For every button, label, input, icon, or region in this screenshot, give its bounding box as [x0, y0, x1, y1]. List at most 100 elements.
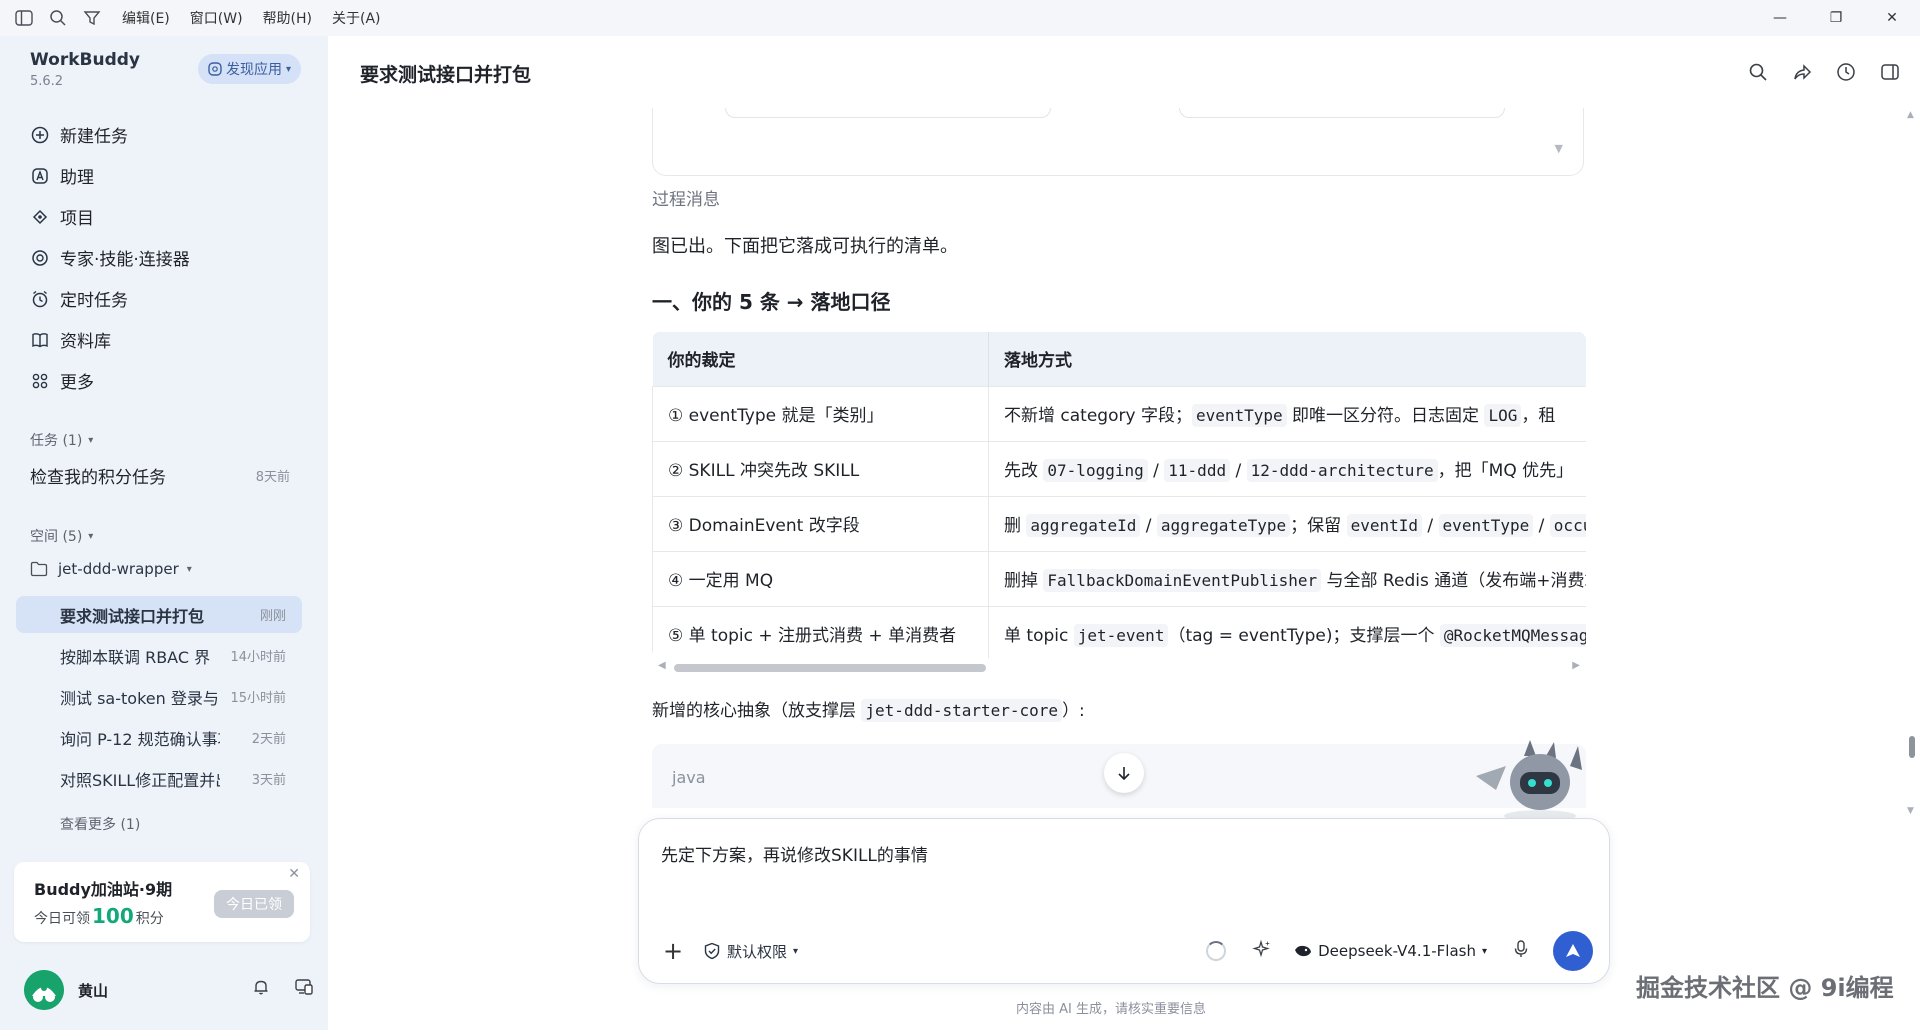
filter-icon[interactable]: [82, 8, 102, 28]
nav-library[interactable]: 资料库: [30, 319, 310, 360]
scroll-to-bottom-button[interactable]: [1104, 753, 1144, 793]
task-title: 检查我的积分任务: [30, 467, 166, 488]
chevron-down-icon: ▾: [186, 563, 192, 575]
device-icon[interactable]: [294, 978, 314, 1000]
inline-code: eventType: [1191, 404, 1287, 427]
see-more-link[interactable]: 查看更多 (1): [60, 814, 140, 834]
chevron-down-icon: ▾: [1481, 945, 1487, 957]
inline-code: eventType: [1438, 514, 1534, 537]
book-icon: [30, 330, 50, 350]
scroll-left-icon[interactable]: ◀: [658, 660, 666, 671]
nav-assistant[interactable]: 助理: [30, 155, 310, 196]
scroll-right-icon[interactable]: ▶: [1572, 660, 1580, 671]
conversation-item[interactable]: 按脚本联调 RBAC 界 14小时前: [16, 637, 302, 674]
menu-help[interactable]: 帮助(H): [263, 8, 312, 28]
promo-claim-button[interactable]: 今日已领: [214, 890, 294, 918]
nav-scheduled-tasks[interactable]: 定时任务: [30, 278, 310, 319]
conversation-item[interactable]: 询问 P-12 规范确认事项 2天前: [16, 719, 302, 756]
cell-text: /: [1140, 516, 1157, 536]
menu-about[interactable]: 关于(A): [332, 8, 381, 28]
sidebar: WorkBuddy 5.6.2 发现应用 ▾ 新建任务 助理 项目 专家·技能·…: [0, 36, 328, 1030]
permission-selector[interactable]: 默认权限 ▾: [703, 941, 798, 962]
scrollbar-thumb[interactable]: [1909, 736, 1915, 758]
user-name: 黄山: [78, 981, 109, 1000]
model-selector[interactable]: Deepseek-V4.1-Flash ▾: [1294, 942, 1487, 960]
conversation-title: 测试 sa-token 登录与: [60, 688, 219, 708]
scroll-down-icon[interactable]: ▼: [1907, 806, 1914, 816]
nav-label: 新建任务: [60, 127, 128, 147]
conversation-item[interactable]: 对照SKILL修正配置并出 3天前: [16, 760, 302, 797]
sidebar-toggle-icon[interactable]: [14, 8, 34, 28]
task-time: 8天前: [255, 469, 290, 485]
table-horizontal-scrollbar[interactable]: ◀ ▶: [652, 660, 1586, 674]
cell-text: /: [1147, 461, 1165, 481]
task-item[interactable]: 检查我的积分任务 8天前: [30, 460, 290, 490]
cell-text: 删掉: [1004, 571, 1044, 591]
nav-experts-skills[interactable]: 专家·技能·连接器: [30, 237, 310, 278]
mascot-image: [1466, 736, 1590, 822]
message-composer: 先定下方案，再说修改SKILL的事情 + 默认权限 ▾ Deepseek-V4.…: [638, 818, 1610, 984]
cell-text: 删: [1004, 516, 1027, 536]
spaces-section-header[interactable]: 空间 (5) ▾: [30, 526, 93, 546]
menu-edit[interactable]: 编辑(E): [122, 8, 170, 28]
deepseek-whale-icon: [1295, 945, 1312, 957]
close-icon[interactable]: ✕: [288, 866, 300, 882]
share-icon[interactable]: [1792, 62, 1812, 86]
restore-button[interactable]: ❐: [1808, 0, 1864, 36]
nav-project[interactable]: 项目: [30, 196, 310, 237]
space-folder-name: jet-ddd-wrapper: [58, 560, 179, 578]
discover-apps-button[interactable]: 发现应用 ▾: [198, 54, 302, 84]
nav-label: 项目: [60, 209, 94, 229]
conversation-item[interactable]: 测试 sa-token 登录与 15小时前: [16, 678, 302, 715]
microphone-icon[interactable]: [1513, 939, 1529, 963]
cell-text: 不新增 category 字段；: [1004, 406, 1192, 426]
scroll-up-icon[interactable]: ▲: [1907, 110, 1914, 120]
table-row: ② SKILL 冲突先改 SKILL 先改 07-logging / 11-ddd…: [652, 440, 1586, 496]
panel-toggle-icon[interactable]: [1880, 62, 1900, 86]
inline-code: 07-logging: [1043, 459, 1148, 482]
minimize-button[interactable]: —: [1752, 0, 1808, 36]
main-nav: 新建任务 助理 项目 专家·技能·连接器 定时任务 资料库 更多: [30, 114, 310, 401]
process-messages-label[interactable]: 过程消息: [652, 185, 720, 210]
inline-code: FallbackDomainEventPublisher: [1043, 569, 1322, 592]
decision-cell: ⑤ 单 topic + 注册式消费 + 单消费者: [652, 605, 989, 658]
bell-icon[interactable]: [252, 978, 270, 1000]
table-header: 你的裁定: [652, 332, 989, 386]
plus-icon[interactable]: +: [661, 937, 685, 965]
decision-table[interactable]: 你的裁定 落地方式 ① eventType 就是「类别」 不新增 category…: [652, 332, 1586, 658]
nav-more[interactable]: 更多: [30, 360, 310, 401]
search-icon[interactable]: [48, 8, 68, 28]
promo-points: 100: [92, 904, 134, 928]
core-suffix: ）:: [1062, 701, 1085, 721]
content-vertical-scrollbar[interactable]: ▲ ▼: [1906, 108, 1918, 816]
message-input[interactable]: 先定下方案，再说修改SKILL的事情: [661, 841, 928, 866]
cell-text: 即唯一区分符。日志固定: [1286, 406, 1485, 426]
assistant-icon: [30, 166, 50, 186]
search-icon[interactable]: [1748, 62, 1768, 86]
space-folder[interactable]: jet-ddd-wrapper ▾: [30, 560, 192, 578]
chevron-down-icon: ▾: [793, 945, 799, 957]
send-button[interactable]: [1553, 931, 1593, 971]
nav-new-task[interactable]: 新建任务: [30, 114, 310, 155]
menu-window[interactable]: 窗口(W): [190, 8, 243, 28]
inline-code: aggregateId: [1026, 514, 1141, 537]
brand: WorkBuddy 5.6.2: [30, 50, 140, 89]
tasks-section-header[interactable]: 任务 (1) ▾: [30, 430, 93, 450]
cell-text: （tag = eventType)；支撑层一个: [1168, 626, 1440, 647]
promo-sub-prefix: 今日可领: [34, 911, 90, 927]
history-icon[interactable]: [1836, 62, 1856, 86]
loading-spinner-icon: [1206, 941, 1227, 961]
implementation-cell: 删 aggregateId / aggregateType ；保留 eventId…: [988, 495, 1586, 551]
cell-text: /: [1422, 516, 1439, 536]
scrollbar-thumb[interactable]: [674, 664, 986, 672]
table-row: ④ 一定用 MQ 删掉 FallbackDomainEventPublisher …: [652, 550, 1586, 606]
conversation-item-active[interactable]: 要求测试接口并打包 刚刚: [16, 596, 302, 633]
sparkle-icon[interactable]: [1252, 939, 1272, 963]
cell-text: 先改: [1004, 461, 1044, 481]
cell-text: /: [1230, 461, 1247, 481]
conversation-title: 要求测试接口并打包: [60, 606, 205, 626]
user-bar: 黄山: [24, 968, 314, 1012]
avatar[interactable]: [24, 970, 64, 1010]
close-button[interactable]: ✕: [1864, 0, 1920, 36]
chevron-down-icon[interactable]: ▼: [1555, 142, 1563, 155]
